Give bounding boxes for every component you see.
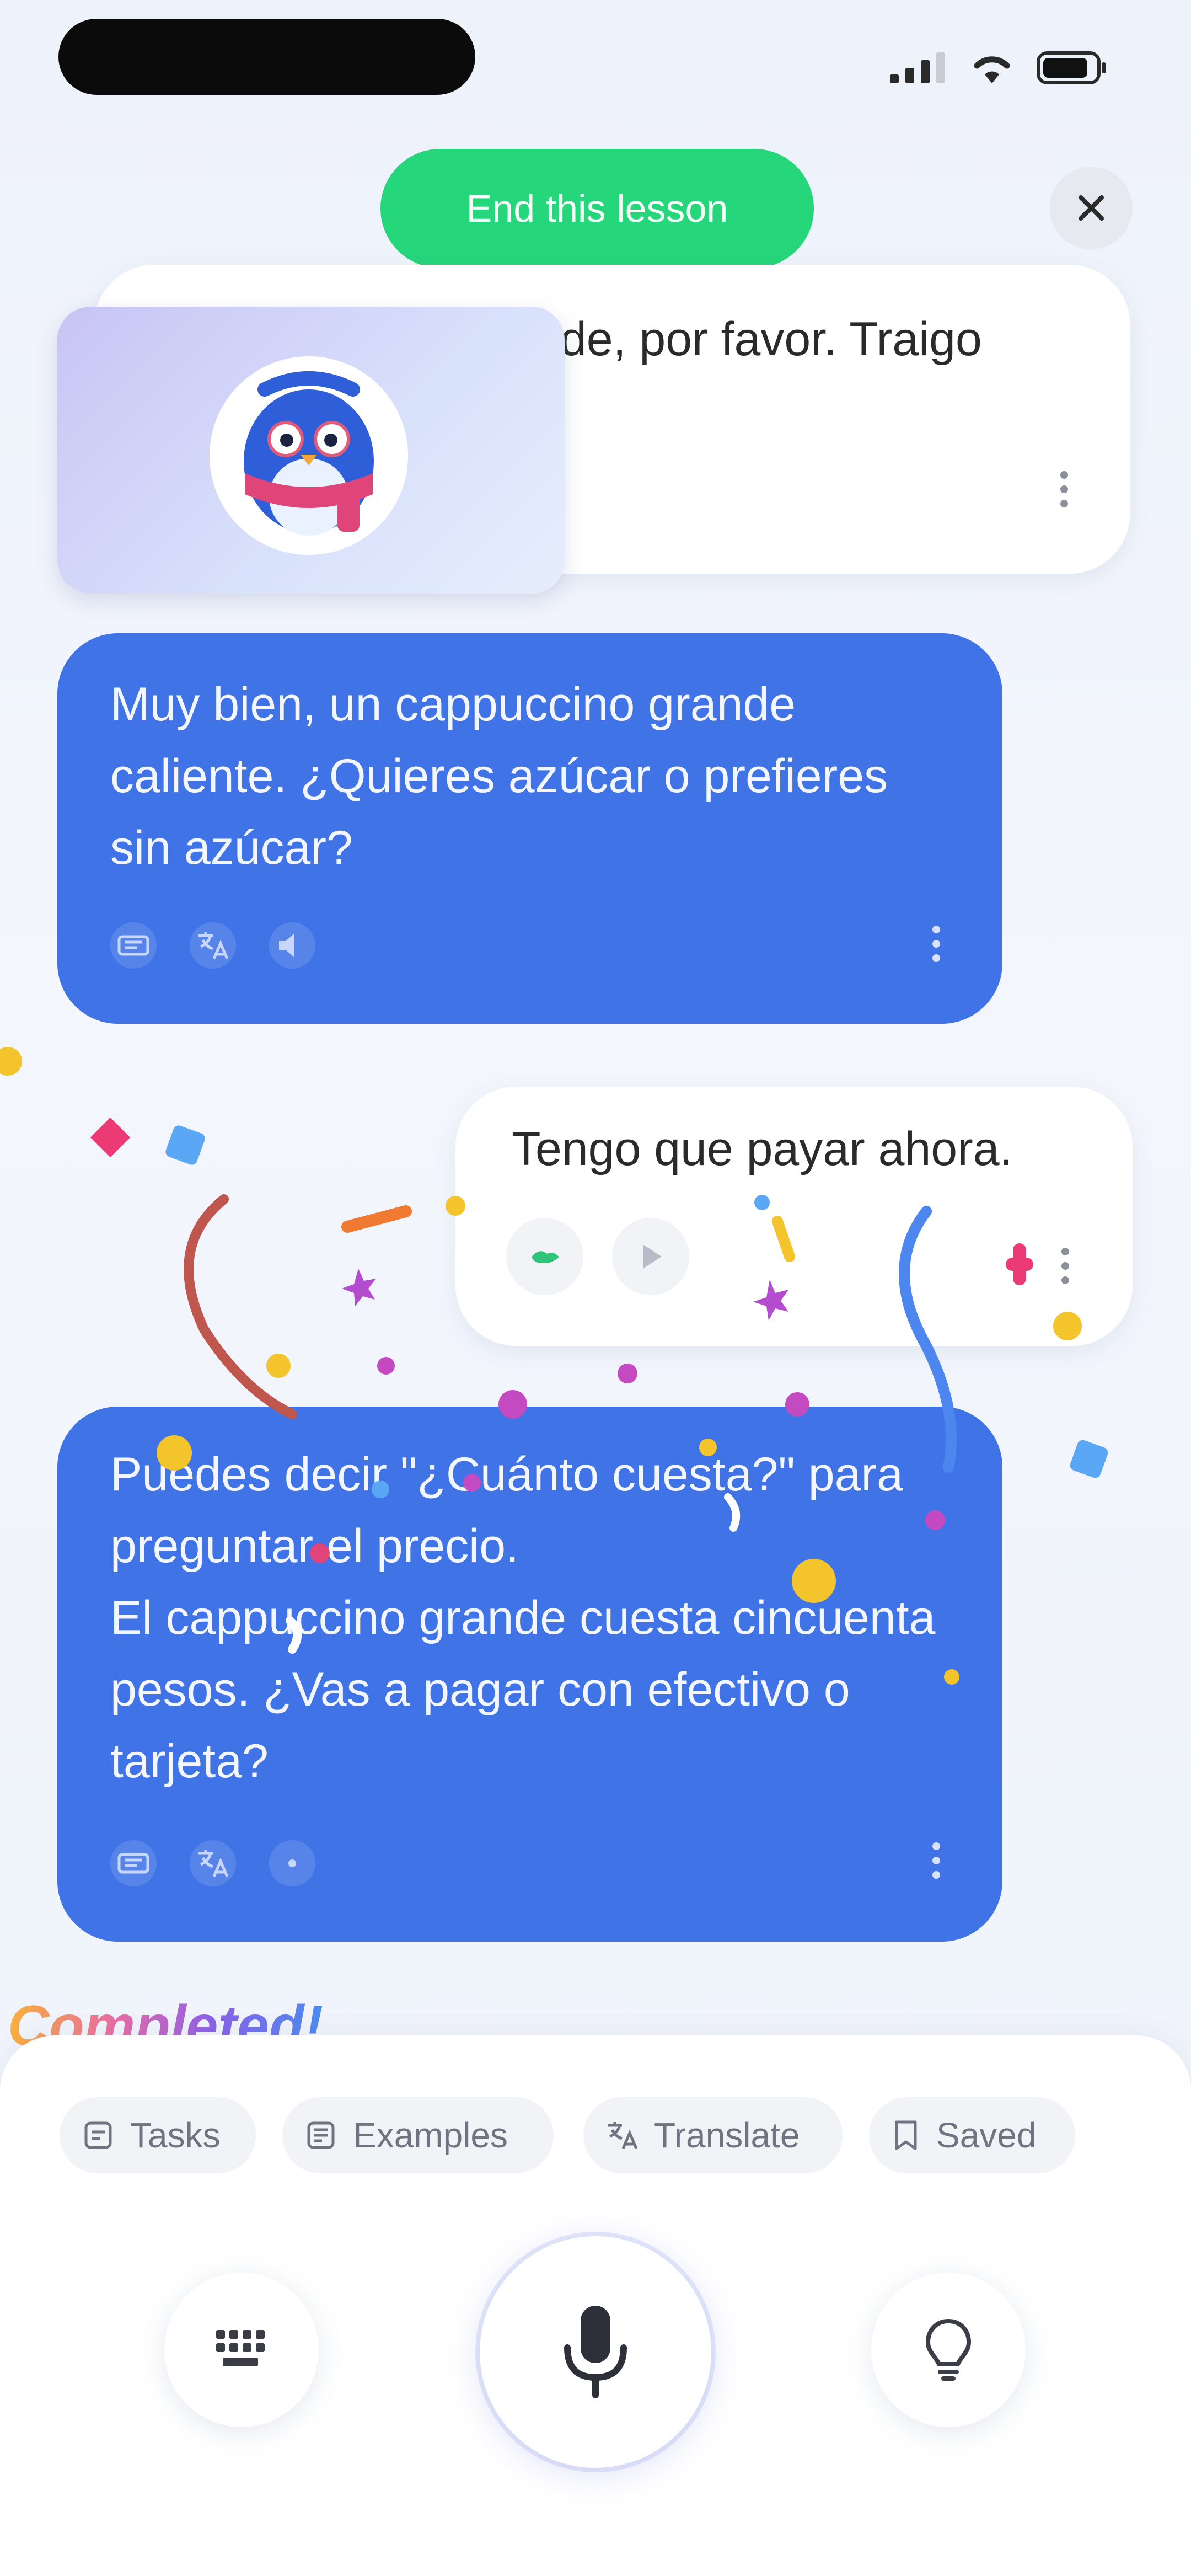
tasks-chip-label: Tasks — [130, 2115, 221, 2155]
play-audio-button[interactable] — [269, 922, 315, 969]
tasks-icon — [84, 2121, 112, 2149]
close-button[interactable] — [1050, 167, 1133, 249]
bookmark-icon — [895, 2120, 917, 2150]
more-options-icon[interactable] — [1060, 1248, 1071, 1284]
close-icon — [1079, 195, 1104, 221]
feedback-button[interactable] — [506, 1218, 583, 1295]
text-lines-icon — [117, 935, 149, 956]
translate-chip[interactable]: Translate — [583, 2097, 843, 2173]
message-bubble-user[interactable]: Tengo que payar ahora. — [455, 1087, 1133, 1346]
status-bar-icons — [890, 49, 1108, 87]
wifi-icon — [974, 56, 1010, 83]
message-bubble-tutor[interactable]: Muy bien, un cappuccino grande caliente.… — [57, 633, 1002, 1024]
translate-icon — [198, 932, 229, 959]
more-options-icon[interactable] — [1059, 471, 1070, 507]
microphone-button[interactable] — [480, 2236, 711, 2468]
saved-chip[interactable]: Saved — [869, 2097, 1075, 2173]
audio-dot-icon — [288, 1859, 296, 1867]
battery-icon — [1037, 51, 1106, 84]
message-text: Tengo que payar ahora. — [512, 1123, 1013, 1175]
lightbulb-icon — [926, 2319, 971, 2381]
speaker-icon — [279, 933, 294, 958]
translate-icon — [608, 2122, 638, 2149]
translate-message-button[interactable] — [190, 1840, 236, 1886]
examples-icon — [307, 2121, 335, 2149]
examples-chip[interactable]: Examples — [282, 2097, 554, 2173]
brand-part1: screens — [0, 0, 411, 231]
translate-icon — [198, 1850, 229, 1877]
more-options-icon[interactable] — [931, 926, 942, 962]
translate-message-button[interactable] — [190, 922, 236, 969]
message-text: Muy bien, un cappuccino grande caliente.… — [110, 678, 888, 874]
more-options-icon[interactable] — [931, 1842, 942, 1879]
transcript-button[interactable] — [110, 1840, 157, 1886]
replay-recording-button[interactable] — [612, 1218, 689, 1295]
signal-icon — [890, 52, 945, 83]
keyboard-icon — [216, 2330, 265, 2366]
translate-chip-label: Translate — [654, 2115, 800, 2155]
transcript-button[interactable] — [110, 922, 157, 969]
thumbs-up-icon — [532, 1251, 559, 1263]
brand-logo: screensdesign — [58, 19, 475, 95]
penguin-avatar-icon — [210, 356, 408, 555]
message-text: Puedes decir "¿Cuánto cuesta?" para preg… — [110, 1448, 936, 1788]
tasks-chip[interactable]: Tasks — [60, 2097, 256, 2173]
tutor-avatar — [210, 356, 408, 555]
hint-button[interactable] — [871, 2273, 1026, 2427]
message-bubble-tutor[interactable]: Puedes decir "¿Cuánto cuesta?" para preg… — [57, 1407, 1002, 1942]
play-icon — [643, 1244, 662, 1269]
saved-chip-label: Saved — [936, 2115, 1037, 2155]
microphone-icon — [564, 2306, 627, 2398]
end-lesson-button[interactable]: End this lesson — [380, 149, 814, 268]
examples-chip-label: Examples — [353, 2115, 508, 2155]
keyboard-button[interactable] — [164, 2273, 319, 2427]
text-lines-icon — [117, 1853, 149, 1874]
audio-playing-indicator[interactable] — [269, 1840, 315, 1886]
